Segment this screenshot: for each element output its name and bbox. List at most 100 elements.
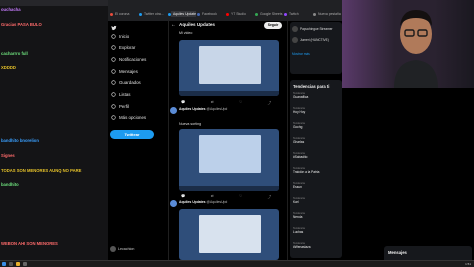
sidebar-item-mensajes[interactable]: Mensajes: [111, 66, 138, 76]
tweet-author[interactable]: Aquiles Updates @AquilesUpd: [179, 107, 227, 111]
tweet-author[interactable]: Aquiles Updates @AquilesUpd: [179, 200, 227, 204]
browser-tab[interactable]: YT Studio: [229, 11, 254, 17]
trends-panel: Tendencias para ti Tendencia Guanaflica Te…: [290, 80, 342, 258]
avatar[interactable]: [170, 107, 177, 114]
sidebar-item-listas[interactable]: Listas: [111, 90, 130, 100]
trend-item[interactable]: Tendencia Gharlas: [293, 137, 305, 144]
sidebar-item-label: Más opciones: [119, 115, 147, 121]
retweet-icon[interactable]: ⇄: [211, 100, 214, 105]
sidebar-item-label: Listas: [119, 92, 131, 97]
browser-tab[interactable]: El corona: [113, 11, 138, 17]
follow-suggestion[interactable]: Papuchingue Streamer: [292, 25, 333, 33]
like-icon[interactable]: ♡: [239, 194, 242, 199]
chat-message-text: bandhito bnorelion: [1, 138, 39, 144]
sidebar-item-label: Perfil: [119, 103, 130, 109]
show-more-link[interactable]: Mostrar más: [292, 50, 310, 58]
hashtag-icon: [111, 45, 116, 50]
share-icon[interactable]: ⤴: [268, 194, 271, 199]
sidebar-item-label: Notificaciones: [119, 56, 147, 62]
sidebar-item-label: Explorar: [119, 45, 136, 51]
chat-message: [1, 36, 107, 42]
trend-item[interactable]: Tendencia Karl: [293, 197, 305, 204]
reply-icon[interactable]: 💬: [181, 194, 185, 199]
clock: 1:51: [465, 262, 471, 266]
follow-suggestion[interactable]: Jumeri (HUNCTIVE): [292, 36, 329, 44]
tweet-text: Mi video: [179, 31, 193, 35]
retweet-icon[interactable]: ⇄: [211, 194, 214, 199]
avatar[interactable]: [170, 200, 177, 207]
chat-message: [1, 95, 107, 101]
trend-name: Karl: [293, 200, 299, 204]
empty-area: [342, 88, 474, 260]
taskbar: 1:51: [0, 260, 474, 267]
who-to-follow-panel: Papuchingue Streamer Jumeri (HUNCTIVE) M…: [290, 22, 342, 74]
tweet-media[interactable]: [179, 209, 279, 260]
bookmark-icon: [111, 80, 116, 85]
home-icon: [111, 33, 116, 39]
tweet-actions: 💬 ⇄ ♡ ⤴: [181, 194, 271, 199]
chat-message-text: ouchacha: [1, 7, 21, 12]
person-icon: [111, 104, 116, 109]
browser-tab[interactable]: Twitter otra...: [142, 11, 167, 17]
search-icon[interactable]: [9, 262, 13, 266]
sidebar-item-inicio[interactable]: Inicio: [111, 31, 129, 41]
messages-label: Mensajes: [388, 250, 407, 255]
chat-message-text: Gracias PASA BULO: [1, 21, 42, 27]
account-switcher[interactable]: Lecachion: [110, 244, 134, 254]
chat-message: [1, 109, 107, 115]
back-arrow-icon[interactable]: ←: [171, 22, 176, 28]
like-icon[interactable]: ♡: [239, 100, 242, 105]
chat-message: Signes: [1, 153, 107, 159]
share-icon[interactable]: ⤴: [268, 100, 271, 105]
trend-item[interactable]: Tendencia Luchas: [293, 227, 305, 234]
sidebar-item-m-s-opciones[interactable]: Más opciones: [111, 113, 146, 123]
chat-message: cacharrro full: [1, 51, 107, 57]
browser-icon[interactable]: [16, 262, 20, 266]
browser-tab[interactable]: Google Sheets: [258, 11, 283, 17]
sidebar-item-explorar[interactable]: Explorar: [111, 43, 135, 53]
screenshot-thumbnail: [199, 135, 261, 173]
sidebar-item-perfil[interactable]: Perfil: [111, 101, 129, 111]
browser-tab[interactable]: Nueva pestaña: [316, 11, 341, 17]
sidebar-item-guardados[interactable]: Guardados: [111, 78, 141, 88]
trend-item[interactable]: Tendencia Nerola: [293, 212, 305, 219]
account-name: Lecachion: [118, 247, 135, 251]
trend-name: Hoy Hoy: [293, 110, 306, 114]
follow-button[interactable]: Seguir: [264, 22, 282, 29]
tweet-media[interactable]: [179, 40, 279, 96]
obs-icon[interactable]: [23, 262, 27, 266]
browser-tab-bar: El corona Twitter otra... Aquiles Updates F…: [108, 0, 342, 21]
browser-tab[interactable]: Aquiles Updates: [171, 11, 196, 17]
trend-item[interactable]: Tendencia Essun: [293, 182, 305, 189]
trend-item[interactable]: Tendencia Guanaflica: [293, 92, 308, 99]
trend-item[interactable]: Tendencia Gochg: [293, 122, 305, 129]
start-icon[interactable]: [2, 262, 6, 266]
tweet-button[interactable]: Twittear: [110, 130, 154, 139]
browser-tab[interactable]: Twitch: [287, 11, 312, 17]
chat-message-text: XDDDD: [1, 65, 16, 71]
trend-name: Nerola: [293, 215, 303, 219]
browser-tab[interactable]: Facebook: [200, 11, 225, 17]
avatar: [292, 26, 298, 32]
trend-item[interactable]: Tendencia #Sabadito: [293, 152, 307, 159]
avatar: [110, 246, 116, 252]
trend-item[interactable]: Tendencia #Wenaslaza: [293, 242, 310, 249]
chat-message: ouchacha: [1, 7, 107, 13]
tweet-media[interactable]: [179, 129, 279, 191]
chat-message: [1, 226, 107, 232]
chat-message: [1, 124, 107, 130]
chat-message: [1, 197, 107, 203]
sidebar-item-notificaciones[interactable]: Notificaciones: [111, 54, 146, 64]
chat-tab-bar: [0, 0, 108, 6]
trend-item[interactable]: Tendencia Traición a la Patria: [293, 167, 319, 174]
media-caption-bar: [179, 186, 279, 191]
chat-message-text: TODAS SON MENORES AUNQ NO PARE: [1, 167, 82, 173]
trend-name: Guanaflica: [293, 95, 309, 99]
messages-drawer[interactable]: Mensajes: [384, 246, 472, 260]
trend-item[interactable]: Tendencia Hoy Hoy: [293, 107, 305, 114]
trend-name: Gochg: [293, 125, 303, 129]
avatar: [292, 37, 298, 43]
chat-message-text: Signes: [1, 153, 15, 158]
sidebar-item-label: Guardados: [119, 80, 141, 86]
reply-icon[interactable]: 💬: [181, 100, 185, 105]
